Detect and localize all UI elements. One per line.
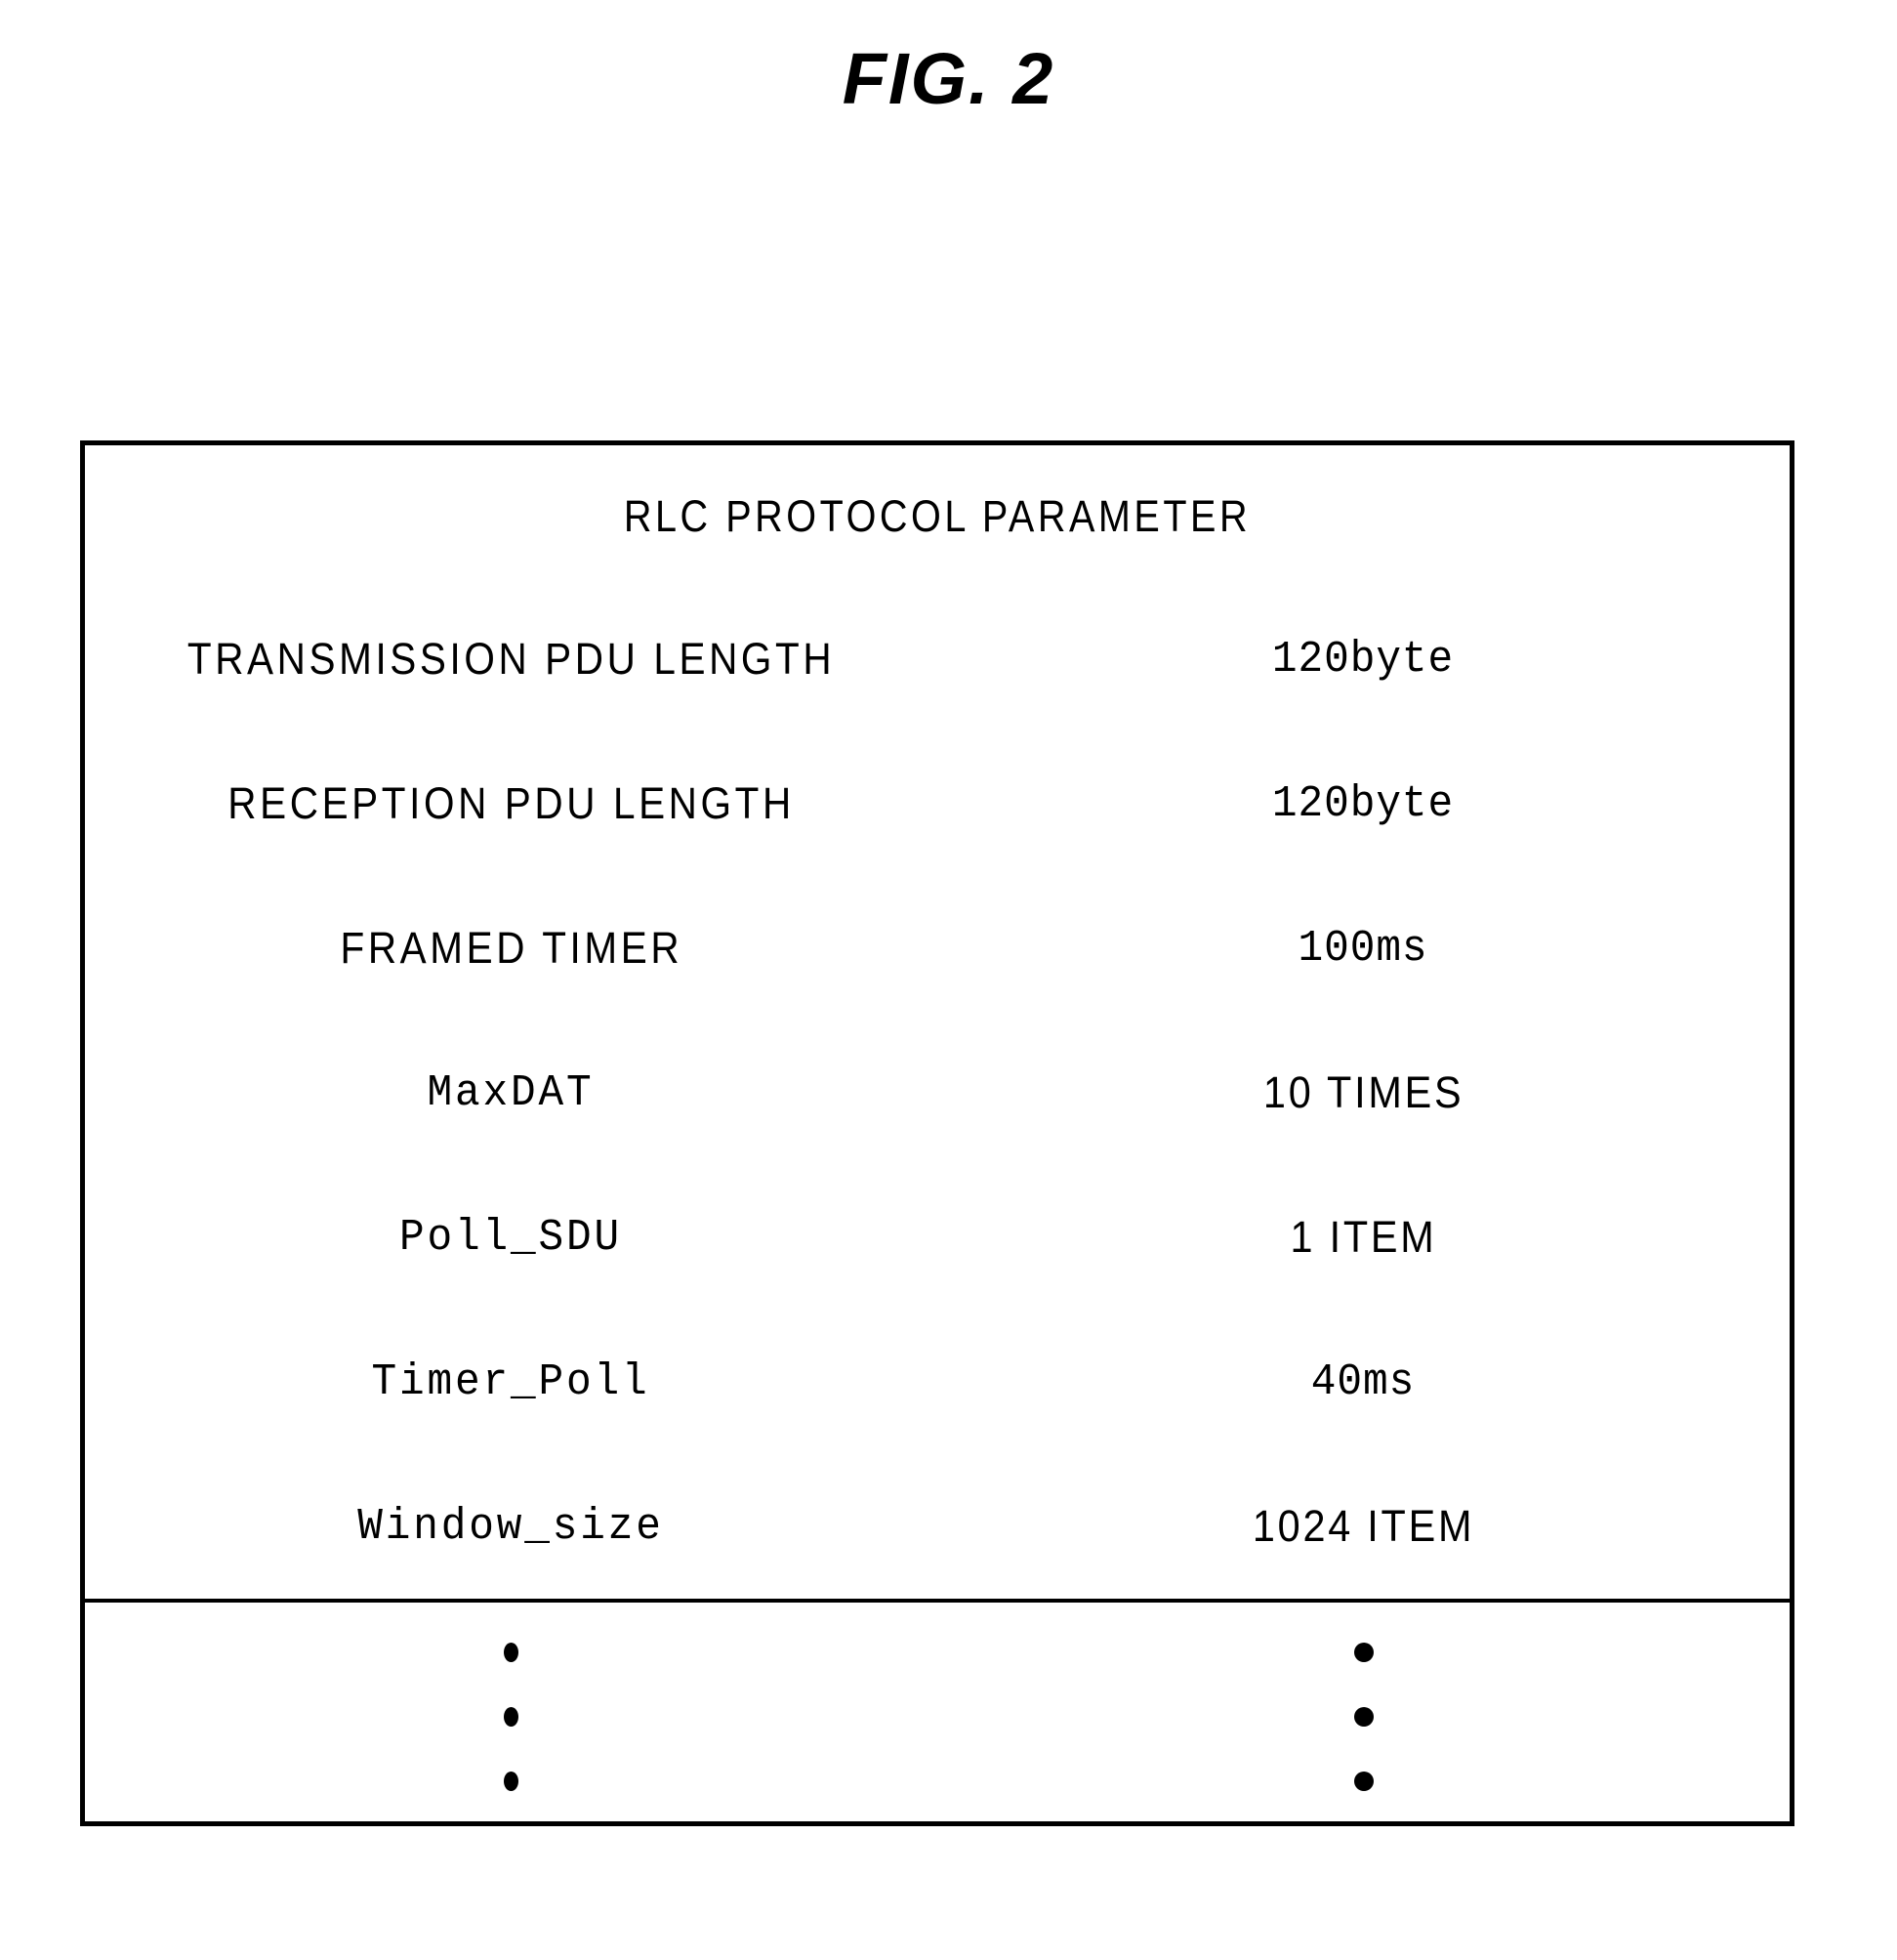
parameter-value-text: 100ms <box>1298 923 1429 974</box>
parameter-value-cell: 40ms <box>937 1310 1790 1454</box>
table-row: Timer_Poll 40ms <box>85 1310 1790 1454</box>
parameter-value-text: 1 ITEM <box>1290 1212 1437 1262</box>
table-row: TRANSMISSION PDU LENGTH 120byte <box>85 587 1790 731</box>
table-row: Poll_SDU 1 ITEM <box>85 1165 1790 1310</box>
parameter-name-cell: FRAMED TIMER <box>85 876 937 1021</box>
parameter-value-text: 1024 ITEM <box>1252 1501 1475 1551</box>
parameter-value-text: 10 TIMES <box>1262 1067 1464 1117</box>
parameter-value-cell: 1024 ITEM <box>937 1454 1790 1603</box>
ellipsis-dot <box>504 1642 518 1662</box>
parameter-name-text: FRAMED TIMER <box>340 923 682 973</box>
parameter-value-continuation-cell <box>937 1601 1790 1830</box>
ellipsis-dot <box>1353 1771 1374 1791</box>
table-row: FRAMED TIMER 100ms <box>85 876 1790 1021</box>
parameter-name-text: TRANSMISSION PDU LENGTH <box>186 634 836 684</box>
parameter-value-cell: 1 ITEM <box>937 1165 1790 1310</box>
vertical-ellipsis-icon <box>85 1603 937 1830</box>
ellipsis-dot <box>1353 1706 1374 1727</box>
ellipsis-dot <box>504 1771 518 1791</box>
parameter-name-cell: MaxDAT <box>85 1021 937 1165</box>
parameter-value-cell: 100ms <box>937 876 1790 1021</box>
parameter-value-cell: 120byte <box>937 587 1790 731</box>
parameter-name-text: RECEPTION PDU LENGTH <box>227 778 795 828</box>
parameter-value-text: 120byte <box>1272 778 1455 829</box>
parameter-name-text: MaxDAT <box>427 1067 596 1118</box>
ellipsis-dot <box>1353 1642 1374 1662</box>
table-title-text: RLC PROTOCOL PARAMETER <box>623 490 1252 541</box>
parameter-name-cell: RECEPTION PDU LENGTH <box>85 731 937 876</box>
ellipsis-dot <box>504 1706 518 1727</box>
parameter-value-text: 120byte <box>1272 634 1455 685</box>
parameter-name-text: Window_size <box>357 1501 665 1552</box>
table-header-row: RLC PROTOCOL PARAMETER <box>85 445 1790 587</box>
rlc-protocol-parameter-table: RLC PROTOCOL PARAMETER TRANSMISSION PDU … <box>80 440 1794 1826</box>
parameter-value-cell: 10 TIMES <box>937 1021 1790 1165</box>
table-row: RECEPTION PDU LENGTH 120byte <box>85 731 1790 876</box>
parameter-value-cell: 120byte <box>937 731 1790 876</box>
parameter-name-cell: Poll_SDU <box>85 1165 937 1310</box>
table-row: Window_size 1024 ITEM <box>85 1454 1790 1603</box>
parameter-name-text: Poll_SDU <box>399 1212 623 1263</box>
parameter-table: RLC PROTOCOL PARAMETER TRANSMISSION PDU … <box>85 445 1790 1830</box>
table-row: MaxDAT 10 TIMES <box>85 1021 1790 1165</box>
parameter-name-continuation-cell <box>85 1601 937 1830</box>
parameter-name-cell: TRANSMISSION PDU LENGTH <box>85 587 937 731</box>
parameter-name-cell: Window_size <box>85 1454 937 1603</box>
parameter-name-cell: Timer_Poll <box>85 1310 937 1454</box>
table-continuation-row <box>85 1601 1790 1830</box>
parameter-name-text: Timer_Poll <box>371 1356 651 1407</box>
parameter-value-text: 40ms <box>1311 1356 1416 1407</box>
figure-title: FIG. 2 <box>842 38 1055 119</box>
table-title-cell: RLC PROTOCOL PARAMETER <box>187 445 1687 587</box>
vertical-ellipsis-icon <box>937 1603 1790 1830</box>
